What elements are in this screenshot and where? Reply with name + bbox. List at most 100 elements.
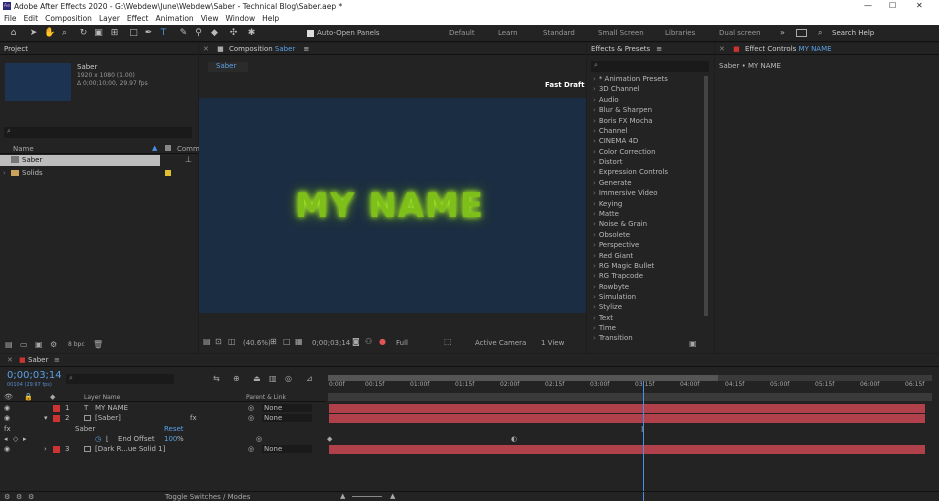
next-keyframe-icon[interactable]: ▸ xyxy=(23,435,27,443)
effect-category[interactable]: › Noise & Grain xyxy=(593,220,647,228)
home-icon[interactable]: ⌂ xyxy=(8,28,19,39)
graph-editor-icon[interactable]: ⊿ xyxy=(306,374,313,383)
minimize-button[interactable]: — xyxy=(864,1,872,10)
toggle-switches-modes[interactable]: Toggle Switches / Modes xyxy=(165,493,250,501)
zoom-slider[interactable] xyxy=(352,496,382,497)
effect-category[interactable]: › Text xyxy=(593,314,613,322)
timeline-tab[interactable]: Saber xyxy=(28,356,48,364)
fx-icon[interactable]: fx xyxy=(190,414,197,422)
effect-category[interactable]: › CINEMA 4D xyxy=(593,137,638,145)
roto-tool-icon[interactable]: ✣ xyxy=(228,28,239,39)
transparency-icon[interactable]: ▦ xyxy=(295,337,303,346)
type-tool-icon[interactable]: T xyxy=(158,28,169,39)
comp-tab[interactable]: Saber xyxy=(208,62,248,72)
effect-category[interactable]: › Generate xyxy=(593,179,632,187)
menu-effect[interactable]: Effect xyxy=(127,14,149,23)
label-color[interactable] xyxy=(53,415,60,422)
parent-dropdown[interactable]: None xyxy=(262,404,312,412)
workspace-small-screen[interactable]: Small Screen xyxy=(598,29,644,37)
effect-category[interactable]: › 3D Channel xyxy=(593,85,640,93)
channel-icon[interactable]: ● xyxy=(379,337,386,346)
layer-bar[interactable] xyxy=(329,414,925,423)
keyframe-marker[interactable]: ◐ xyxy=(511,435,517,443)
zoom-out-icon[interactable]: ▲ xyxy=(340,492,345,500)
workspace-libraries[interactable]: Libraries xyxy=(665,29,695,37)
visibility-icon[interactable]: ◉ xyxy=(4,404,10,412)
show-snapshot-icon[interactable]: ⚇ xyxy=(365,337,372,346)
graph-icon[interactable]: ⌊ xyxy=(106,435,109,443)
hand-tool-icon[interactable]: ✋ xyxy=(44,28,55,39)
pickwhip-icon[interactable]: ◎ xyxy=(248,445,254,453)
pickwhip-icon[interactable]: ◎ xyxy=(248,404,254,412)
effect-category[interactable]: › Simulation xyxy=(593,293,636,301)
effect-category[interactable]: › Channel xyxy=(593,127,628,135)
keyframe-marker[interactable]: ◆ xyxy=(327,435,332,443)
puppet-tool-icon[interactable]: ✱ xyxy=(246,28,257,39)
effect-category[interactable]: › * Animation Presets xyxy=(593,75,668,83)
region-icon[interactable]: □ xyxy=(283,337,291,346)
project-item-saber[interactable]: Saber xyxy=(0,155,160,166)
close-button[interactable]: ✕ xyxy=(916,1,923,10)
menu-view[interactable]: View xyxy=(201,14,219,23)
menu-file[interactable]: File xyxy=(4,14,17,23)
visibility-icon[interactable]: ◉ xyxy=(4,414,10,422)
bpc-label[interactable]: 8 bpc xyxy=(68,341,85,348)
grid-icon[interactable]: ⊞ xyxy=(270,337,277,346)
camera-tool-icon[interactable]: ▣ xyxy=(93,28,104,39)
property-row[interactable]: ◂ ◇ ▸ ◷ ⌊ End Offset 100 % ◎ xyxy=(0,435,326,445)
workspace-standard[interactable]: Standard xyxy=(543,29,575,37)
layer-name[interactable]: [Saber] xyxy=(95,414,121,422)
mask-visibility-icon[interactable]: ⊡ xyxy=(215,337,222,346)
layer-name[interactable]: MY NAME xyxy=(95,404,128,412)
effect-category[interactable]: › Time xyxy=(593,324,616,332)
always-preview-icon[interactable]: ▤ xyxy=(203,337,211,346)
effect-category[interactable]: › Blur & Sharpen xyxy=(593,106,652,114)
close-tab-icon[interactable]: ✕ xyxy=(7,356,13,364)
effect-category[interactable]: › Transition xyxy=(593,334,633,342)
settings-icon[interactable]: ⚙ xyxy=(50,340,57,349)
rotate-tool-icon[interactable]: ↻ xyxy=(78,28,89,39)
property-value[interactable]: 100 xyxy=(164,435,177,443)
search-help-field[interactable]: Search Help xyxy=(832,29,874,37)
camera-dropdown[interactable]: Active Camera xyxy=(475,339,526,347)
stopwatch-icon[interactable]: ◷ xyxy=(95,435,101,443)
eraser-tool-icon[interactable]: ◆ xyxy=(209,28,220,39)
effect-category[interactable]: › Distort xyxy=(593,158,622,166)
fx-switch-icon[interactable]: fx xyxy=(4,425,11,433)
parent-dropdown[interactable]: None xyxy=(262,414,312,422)
layer-row[interactable]: ◉ ▾ 2 [Saber] fx ◎ None xyxy=(0,414,326,424)
lock-icon[interactable]: 🔒 xyxy=(24,393,33,401)
auto-open-checkbox[interactable] xyxy=(307,30,314,37)
more-workspaces-icon[interactable]: » xyxy=(780,28,785,37)
zoom-in-icon[interactable]: ▲ xyxy=(390,492,395,500)
reset-link[interactable]: Reset xyxy=(164,425,184,433)
sort-icon[interactable]: ▲ xyxy=(152,144,157,152)
resolution-dropdown[interactable]: Full xyxy=(396,339,408,347)
prev-keyframe-icon[interactable]: ◂ xyxy=(4,435,8,443)
draft-3d-icon[interactable]: ⊕ xyxy=(233,374,240,383)
comp-time[interactable]: 0;00;03;14 xyxy=(312,339,350,347)
rectangle-tool-icon[interactable]: □ xyxy=(128,28,139,39)
timeline-current-time[interactable]: 0;00;03;14 xyxy=(7,370,62,381)
effect-category[interactable]: › Rowbyte xyxy=(593,283,629,291)
layer-bar[interactable] xyxy=(329,404,925,413)
parent-dropdown[interactable]: None xyxy=(262,445,312,453)
menu-animation[interactable]: Animation xyxy=(155,14,193,23)
video-icon[interactable]: 👁 xyxy=(4,393,13,401)
frame-blending-icon[interactable]: ▥ xyxy=(269,374,277,383)
effects-search-input[interactable]: ⌕ xyxy=(591,61,709,72)
effect-category[interactable]: › RG Magic Bullet xyxy=(593,262,654,270)
interpret-footage-icon[interactable]: ▤ xyxy=(5,340,13,349)
new-folder-icon[interactable]: ▣ xyxy=(689,339,697,348)
brush-tool-icon[interactable]: ✎ xyxy=(178,28,189,39)
panel-menu-icon[interactable]: ≡ xyxy=(304,45,310,53)
chevron-right-icon[interactable]: › xyxy=(3,169,6,177)
effect-category[interactable]: › Boris FX Mocha xyxy=(593,117,653,125)
effect-category[interactable]: › Immersive Video xyxy=(593,189,658,197)
label-color[interactable] xyxy=(53,446,60,453)
expression-pickwhip-icon[interactable]: ◎ xyxy=(256,435,262,443)
workspace-dual-screen[interactable]: Dual screen xyxy=(719,29,761,37)
trash-icon[interactable]: 🗑 xyxy=(93,340,103,349)
pen-tool-icon[interactable]: ✒ xyxy=(143,28,154,39)
timeline-search-input[interactable]: ⌕ xyxy=(66,374,174,384)
